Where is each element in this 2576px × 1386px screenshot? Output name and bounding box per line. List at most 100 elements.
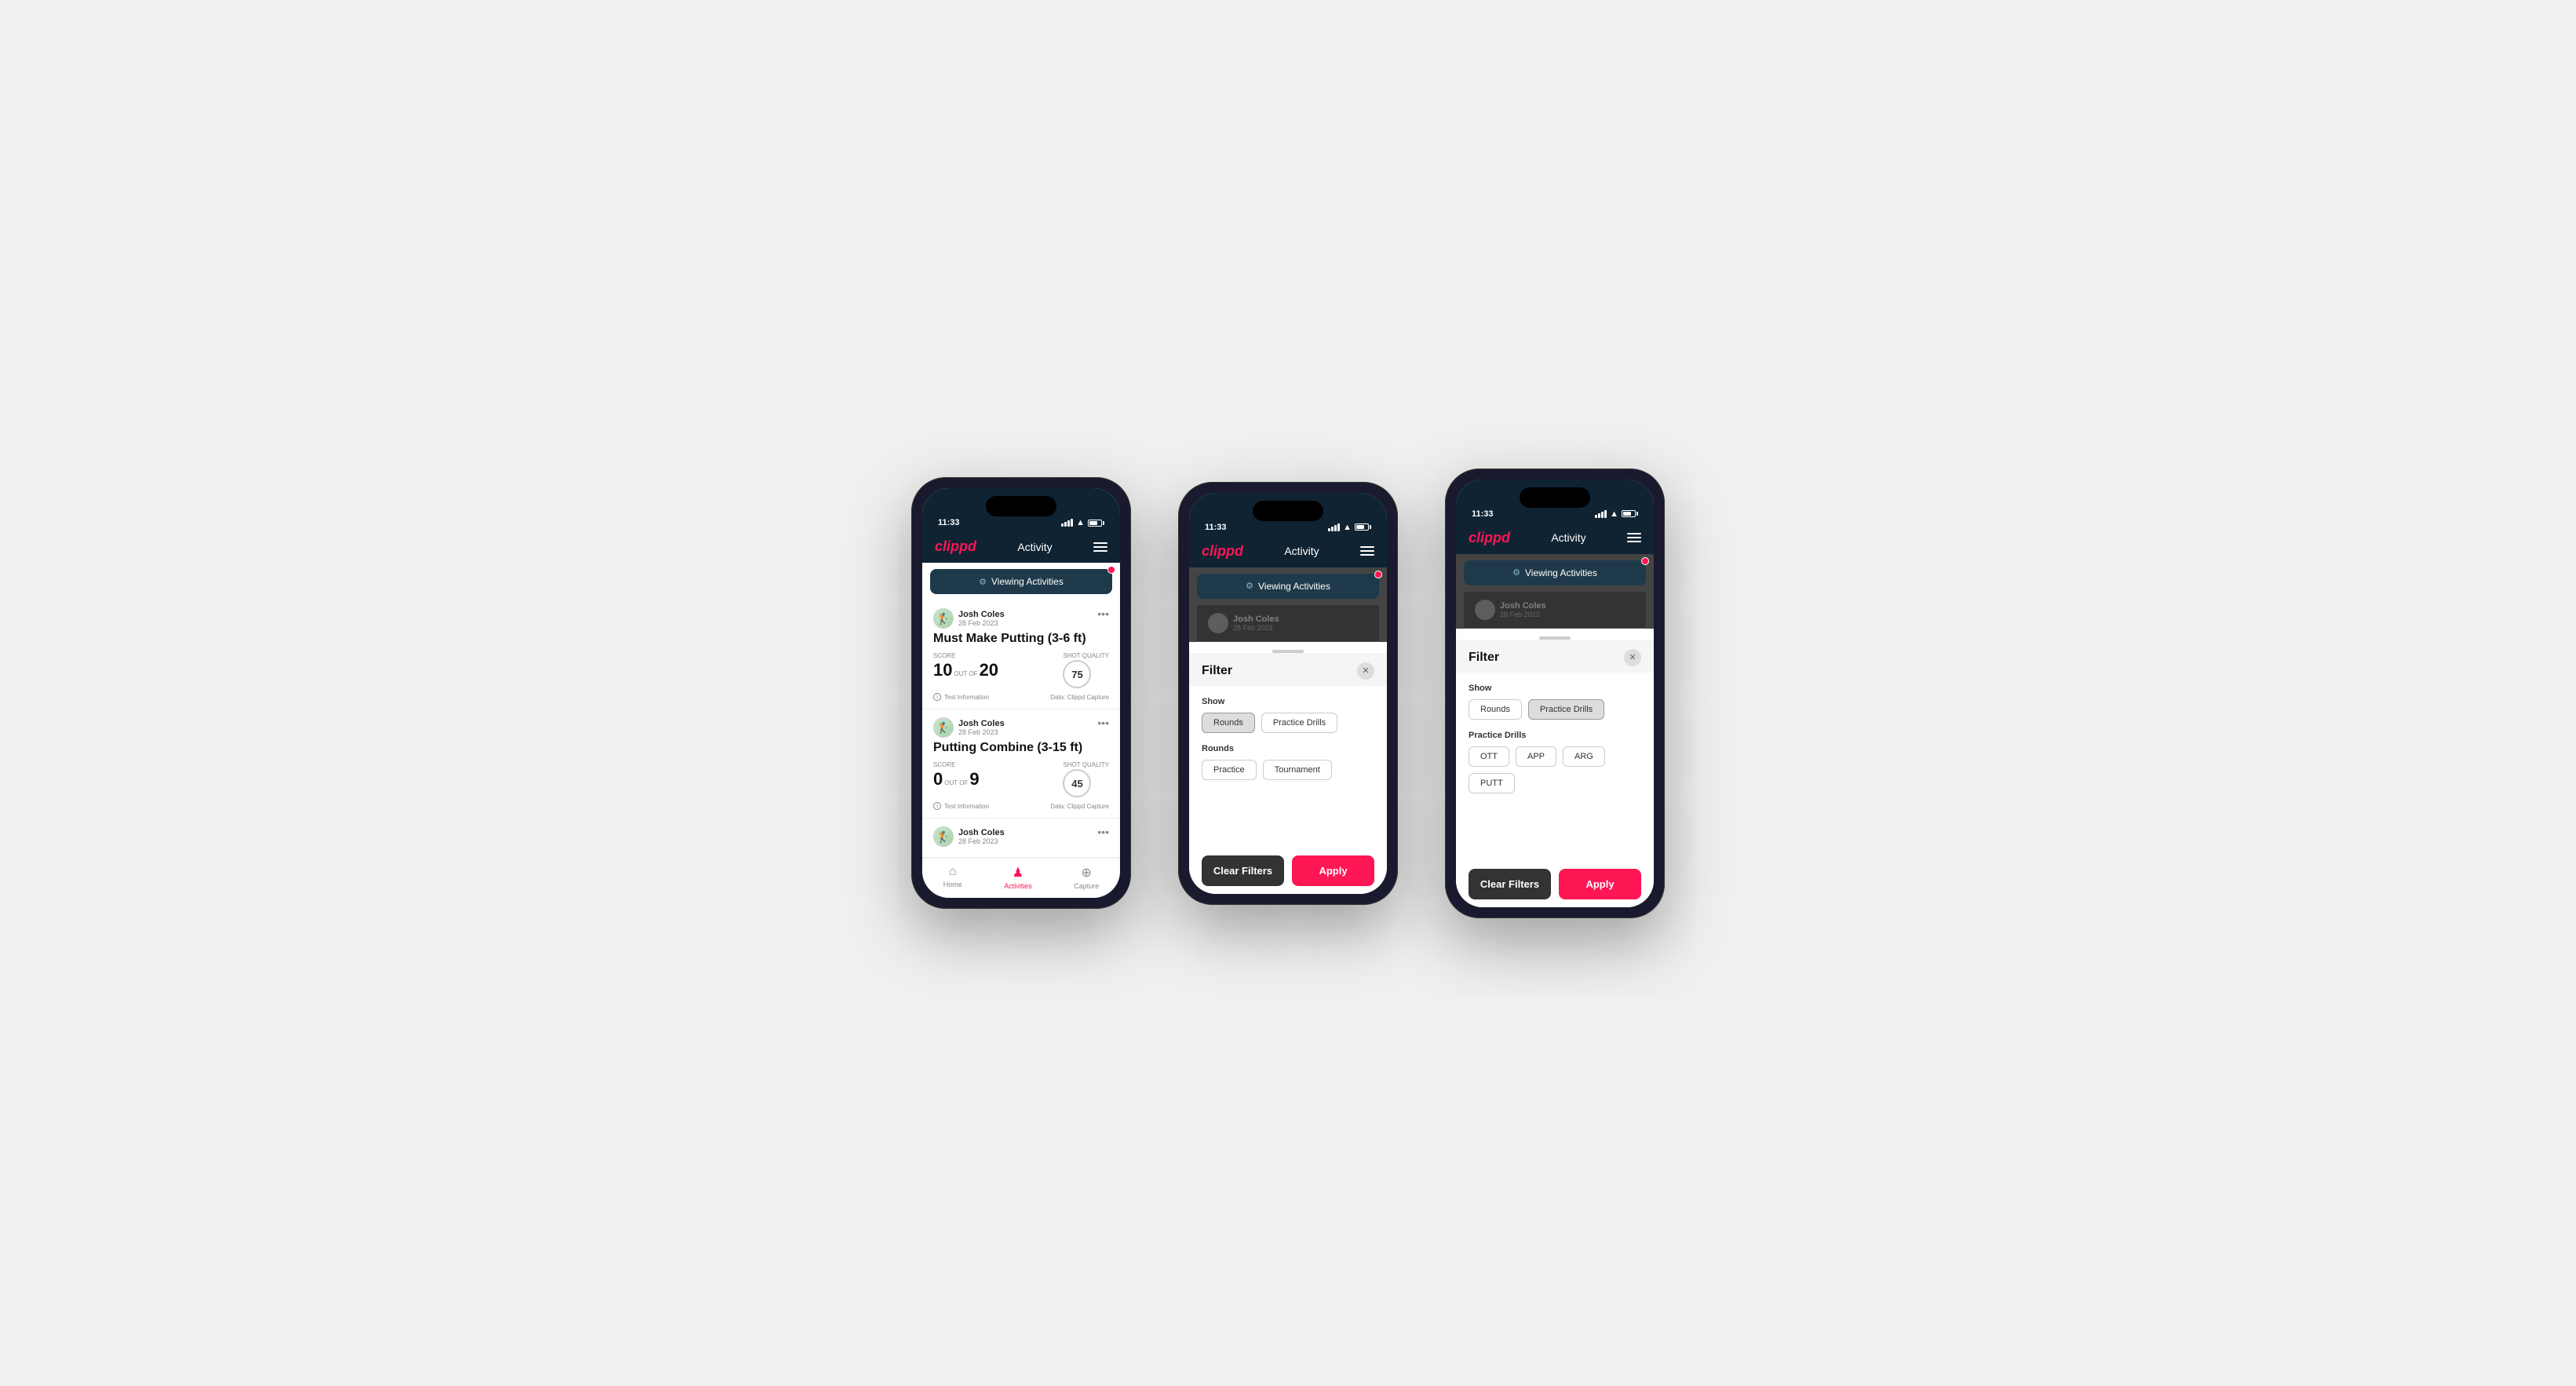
out-of-1: OUT OF [954, 670, 977, 677]
user-name-2: Josh Coles [958, 719, 1005, 728]
battery-icon-3 [1622, 510, 1638, 517]
out-of-2: OUT OF [944, 779, 968, 786]
score-label-2: Score [933, 761, 980, 768]
activity-card-3: 🏌 Josh Coles 28 Feb 2023 ••• [922, 819, 1120, 858]
tab-capture[interactable]: ⊕ Capture [1074, 865, 1099, 890]
pill-practice-drills-2[interactable]: Practice Drills [1261, 713, 1337, 733]
wifi-icon: ▲ [1076, 518, 1085, 527]
modal-header-2: Filter ✕ [1189, 653, 1387, 686]
show-label-3: Show [1469, 684, 1641, 693]
quality-badge-1: 75 [1063, 660, 1091, 688]
activity-card-1: 🏌 Josh Coles 28 Feb 2023 ••• Must Make P… [922, 600, 1120, 709]
status-icons-3: ▲ [1595, 509, 1638, 519]
footer-right-2: Data: Clippd Capture [1050, 803, 1109, 810]
avatar-1: 🏌 [933, 608, 954, 629]
battery-icon-2 [1355, 523, 1371, 531]
pill-rounds-2[interactable]: Rounds [1202, 713, 1255, 733]
viewing-banner-2: ⚙ Viewing Activities [1197, 574, 1379, 599]
clear-filters-button-3[interactable]: Clear Filters [1469, 869, 1551, 899]
pill-ott-3[interactable]: OTT [1469, 746, 1509, 767]
viewing-banner-1[interactable]: ⚙ Viewing Activities [930, 569, 1112, 594]
drills-label-3: Practice Drills [1469, 731, 1641, 740]
tab-home[interactable]: ⌂ Home [943, 865, 962, 890]
nav-bar-2: clippd Activity [1189, 537, 1387, 567]
pill-putt-3[interactable]: PUTT [1469, 773, 1515, 793]
pill-practice-drills-3[interactable]: Practice Drills [1528, 699, 1604, 720]
banner-text-1: Viewing Activities [991, 576, 1064, 587]
pill-practice-2[interactable]: Practice [1202, 760, 1257, 780]
nav-title-2: Activity [1284, 545, 1319, 557]
home-icon: ⌂ [949, 865, 957, 879]
status-icons-1: ▲ [1061, 518, 1104, 527]
logo-3: clippd [1469, 530, 1510, 546]
shots-value-1: 20 [980, 660, 998, 680]
notification-dot-3 [1641, 557, 1649, 565]
pill-rounds-3[interactable]: Rounds [1469, 699, 1522, 720]
time-1: 11:33 [938, 518, 960, 527]
phone-2: 11:33 ▲ clippd [1178, 482, 1398, 905]
card-user-3: 🏌 Josh Coles 28 Feb 2023 [933, 826, 1005, 847]
phone-3: 11:33 ▲ clippd [1445, 469, 1665, 918]
nav-bar-3: clippd Activity [1456, 523, 1654, 554]
battery-icon [1088, 520, 1104, 527]
avatar-figure-3: 🏌 [936, 830, 950, 844]
more-button-2[interactable]: ••• [1097, 717, 1109, 728]
pill-tournament-2[interactable]: Tournament [1263, 760, 1332, 780]
activity-card-2: 🏌 Josh Coles 28 Feb 2023 ••• Putting Com… [922, 709, 1120, 819]
activities-list: 🏌 Josh Coles 28 Feb 2023 ••• Must Make P… [922, 600, 1120, 858]
modal-footer-2: Clear Filters Apply [1189, 855, 1387, 886]
menu-icon-2[interactable] [1360, 546, 1374, 556]
time-3: 11:33 [1472, 509, 1494, 519]
tab-activities[interactable]: ♟ Activities [1004, 865, 1032, 890]
logo-1: clippd [935, 538, 976, 555]
avatar-3: 🏌 [933, 826, 954, 847]
apply-button-2[interactable]: Apply [1292, 855, 1374, 886]
score-value-2: 0 [933, 769, 943, 790]
close-button-2[interactable]: ✕ [1357, 662, 1374, 680]
apply-button-3[interactable]: Apply [1559, 869, 1641, 899]
nav-title-3: Activity [1551, 531, 1585, 544]
menu-icon-3[interactable] [1627, 533, 1641, 542]
nav-title-1: Activity [1017, 541, 1052, 553]
card-title-1: Must Make Putting (3-6 ft) [933, 632, 1109, 646]
card-user-1: 🏌 Josh Coles 28 Feb 2023 [933, 608, 1005, 629]
modal-footer-3: Clear Filters Apply [1456, 869, 1654, 899]
time-2: 11:33 [1205, 523, 1227, 532]
clear-filters-button-2[interactable]: Clear Filters [1202, 855, 1284, 886]
drill-options-3: OTT APP ARG PUTT [1469, 746, 1641, 793]
round-options-2: Practice Tournament [1202, 760, 1374, 780]
quality-badge-2: 45 [1063, 769, 1091, 797]
signal-icon-2 [1328, 523, 1340, 531]
filter-icon-2: ⚙ [1246, 581, 1253, 591]
show-label-2: Show [1202, 697, 1374, 706]
banner-text-2: Viewing Activities [1258, 581, 1330, 592]
avatar-2: 🏌 [933, 717, 954, 738]
footer-left-2: Test Information [944, 803, 989, 810]
tab-bar-1: ⌂ Home ♟ Activities ⊕ Capture [922, 858, 1120, 898]
more-button-3[interactable]: ••• [1097, 826, 1109, 837]
filter-icon-3: ⚙ [1512, 567, 1520, 578]
modal-header-3: Filter ✕ [1456, 640, 1654, 673]
score-value-1: 10 [933, 660, 952, 680]
more-button-1[interactable]: ••• [1097, 608, 1109, 619]
tab-activities-label: Activities [1004, 882, 1032, 890]
tab-capture-label: Capture [1074, 882, 1099, 890]
menu-icon-1[interactable] [1093, 542, 1107, 552]
signal-icon-3 [1595, 510, 1607, 518]
close-button-3[interactable]: ✕ [1624, 649, 1641, 666]
card-title-2: Putting Combine (3-15 ft) [933, 741, 1109, 755]
show-options-2: Rounds Practice Drills [1202, 713, 1374, 733]
viewing-banner-3: ⚙ Viewing Activities [1464, 560, 1646, 585]
phone-1: 11:33 ▲ clippd [911, 477, 1131, 909]
quality-label-2: Shot Quality [1063, 761, 1109, 768]
banner-text-3: Viewing Activities [1525, 567, 1597, 578]
pill-app-3[interactable]: APP [1516, 746, 1556, 767]
tab-home-label: Home [943, 881, 962, 888]
filter-title-3: Filter [1469, 651, 1499, 665]
avatar-figure-1: 🏌 [936, 612, 950, 626]
pill-arg-3[interactable]: ARG [1563, 746, 1605, 767]
dynamic-island-3 [1520, 487, 1590, 508]
footer-left-1: Test Information [944, 694, 989, 701]
filter-sheet-3: Filter ✕ Show Rounds Practice Drills Pra… [1456, 636, 1654, 907]
filter-sheet-2: Filter ✕ Show Rounds Practice Drills Rou… [1189, 650, 1387, 894]
